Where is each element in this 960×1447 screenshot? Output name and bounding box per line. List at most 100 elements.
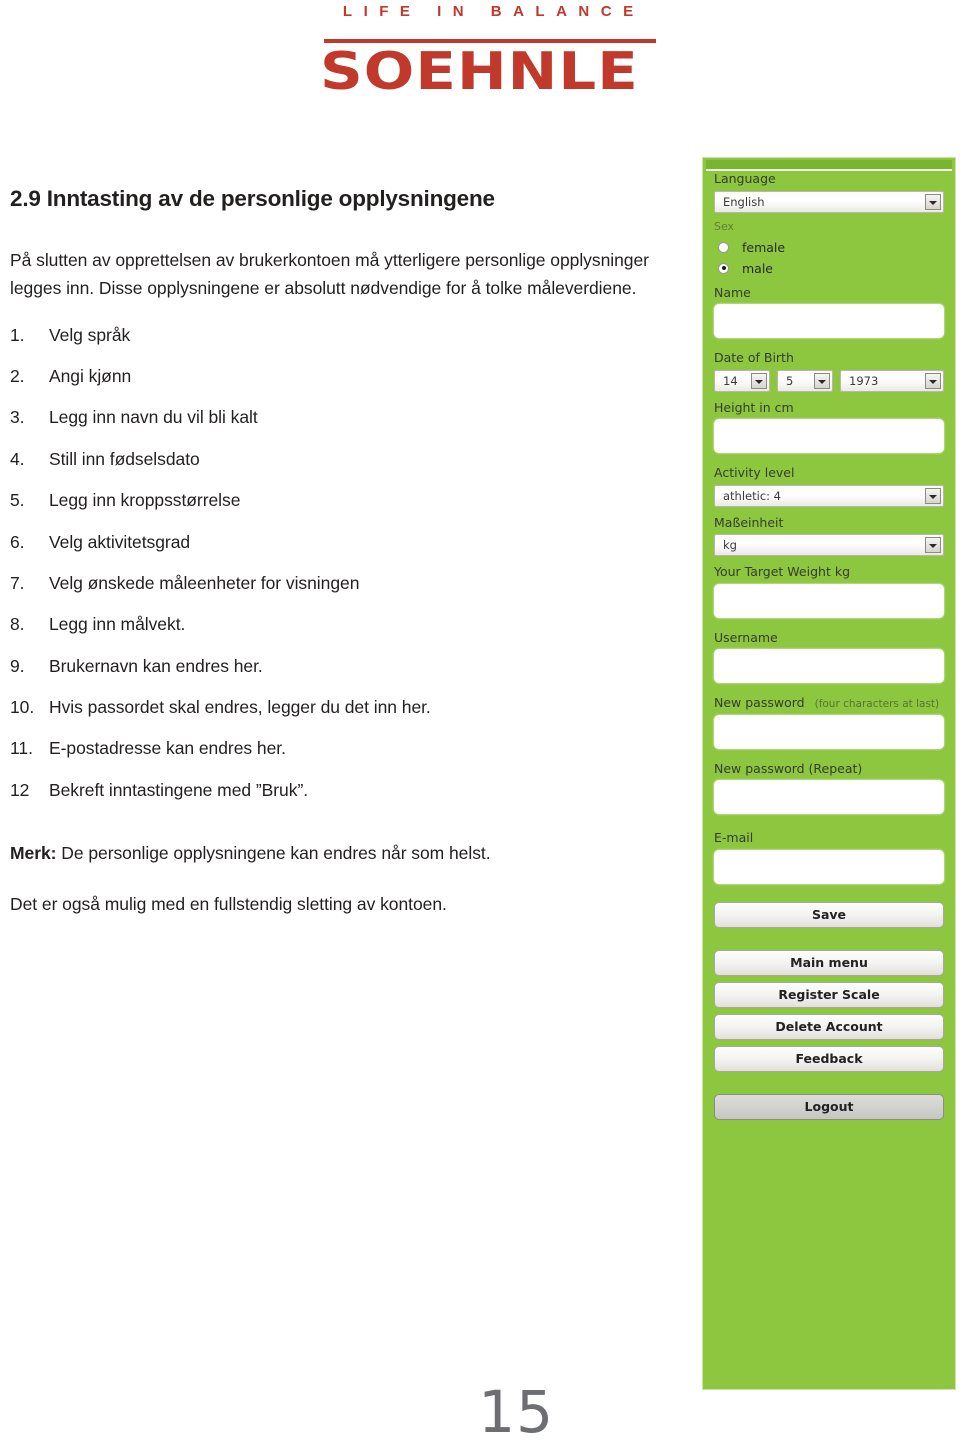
chevron-down-icon[interactable] [925, 487, 941, 504]
birth-day-select[interactable]: 14 [714, 369, 770, 392]
step-text: Velg aktivitetsgrad [49, 531, 191, 552]
list-item: 6. Velg aktivitetsgrad [10, 532, 660, 554]
sex-option-female[interactable]: female [718, 237, 944, 258]
list-item: 10. Hvis passordet skal endres, legger d… [10, 697, 660, 719]
new-password-hint: (four characters at last) [814, 698, 940, 710]
save-button[interactable]: Save [714, 901, 944, 928]
language-label: Language [714, 171, 776, 186]
radio-selected-icon[interactable] [718, 262, 729, 274]
delete-account-button[interactable]: Delete Account [714, 1013, 944, 1040]
radio-icon[interactable] [718, 241, 729, 253]
username-label: Username [714, 629, 778, 645]
content-column: 2.9 Inntasting av de personlige opplysni… [10, 185, 660, 933]
new-password-repeat-label: New password (Repeat) [714, 760, 863, 776]
birth-year-select[interactable]: 1973 [840, 369, 944, 392]
step-text: Legg inn navn du vil bli kalt [49, 407, 258, 428]
step-text: Still inn fødselsdato [49, 448, 200, 469]
language-select[interactable]: English [714, 190, 944, 213]
unit-label: Maßeinheit [714, 514, 784, 530]
step-number: 9. [10, 655, 25, 676]
step-number: 2. [10, 366, 25, 387]
chevron-down-icon[interactable] [925, 537, 941, 553]
step-text: Legg inn målvekt. [49, 614, 186, 635]
step-text: E-postadresse kan endres her. [49, 738, 286, 759]
step-text: Velg språk [49, 324, 131, 345]
list-item: 8. Legg inn målvekt. [10, 614, 660, 636]
activity-level-label: Activity level [714, 465, 795, 480]
page-number: 15 [478, 1378, 554, 1446]
list-item: 9. Brukernavn kan endres her. [10, 656, 660, 678]
height-input[interactable] [714, 419, 944, 453]
brand-tagline: LIFE IN BALANCE [342, 3, 645, 20]
new-password-repeat-input[interactable] [714, 780, 944, 814]
step-list: 1. Velg språk 2. Angi kjønn 3. Legg inn … [10, 325, 660, 802]
new-password-label-text: New password [714, 695, 805, 710]
username-input[interactable] [714, 649, 944, 683]
name-label: Name [714, 284, 751, 300]
main-menu-button[interactable]: Main menu [714, 949, 944, 976]
unit-select[interactable]: kg [714, 534, 944, 556]
note-secondary: Det er også mulig med en fullstendig sle… [10, 893, 447, 914]
feedback-button[interactable]: Feedback [714, 1045, 944, 1072]
page-title: 2.9 Inntasting av de personlige opplysni… [10, 186, 495, 211]
name-input[interactable] [714, 304, 944, 338]
date-of-birth-label: Date of Birth [714, 350, 794, 365]
target-weight-input[interactable] [714, 583, 944, 618]
email-input[interactable] [714, 849, 944, 884]
note-text: De personlige opplysningene kan endres n… [61, 842, 491, 863]
height-label: Height in cm [714, 399, 794, 415]
chevron-down-icon[interactable] [925, 372, 941, 389]
step-number: 10. [10, 697, 35, 718]
email-label: E-mail [714, 830, 754, 845]
sex-option-male[interactable]: male [718, 258, 944, 279]
unit-value: kg [723, 538, 737, 552]
list-item: 7. Velg ønskede måleenheter for visninge… [10, 573, 660, 595]
step-number: 5. [10, 490, 25, 511]
sex-option-male-label: male [742, 260, 773, 276]
step-number: 8. [10, 614, 25, 635]
target-weight-label: Your Target Weight kg [714, 564, 850, 579]
step-number: 11. [10, 738, 33, 759]
activity-level-value: athletic: 4 [723, 488, 781, 503]
step-number: 3. [10, 407, 25, 428]
app-header-bar [706, 160, 952, 171]
birth-month-value: 5 [786, 373, 794, 388]
chevron-down-icon[interactable] [751, 372, 767, 389]
step-text: Hvis passordet skal endres, legger du de… [49, 697, 431, 718]
chevron-down-icon[interactable] [925, 193, 941, 210]
step-number: 4. [10, 448, 25, 469]
note-label: Merk: [10, 842, 57, 863]
list-item: 2. Angi kjønn [10, 366, 660, 388]
step-number: 6. [10, 531, 25, 552]
sex-label: Sex [714, 219, 735, 233]
list-item: 1. Velg språk [10, 325, 660, 347]
brand-logo: LIFE IN BALANCE SOEHNLE [318, 0, 658, 103]
new-password-label: New password (four characters at last) [714, 695, 944, 710]
step-number: 1. [10, 324, 25, 345]
logout-button[interactable]: Logout [714, 1093, 944, 1120]
birth-day-value: 14 [723, 373, 738, 388]
list-item: 4. Still inn fødselsdato [10, 449, 660, 471]
list-item: 5. Legg inn kroppsstørrelse [10, 490, 660, 512]
new-password-input[interactable] [714, 714, 944, 749]
step-text: Brukernavn kan endres her. [49, 655, 263, 676]
list-item: 11. E-postadresse kan endres her. [10, 738, 660, 760]
list-item: 3. Legg inn navn du vil bli kalt [10, 407, 660, 429]
sex-option-female-label: female [742, 239, 786, 255]
activity-level-select[interactable]: athletic: 4 [714, 484, 944, 507]
birth-year-value: 1973 [849, 373, 879, 388]
intro-paragraph: På slutten av opprettelsen av brukerkont… [10, 250, 649, 299]
step-text: Angi kjønn [49, 366, 132, 387]
chevron-down-icon[interactable] [814, 372, 830, 389]
step-number: 7. [10, 572, 25, 593]
step-text: Velg ønskede måleenheter for visningen [49, 572, 360, 593]
app-screenshot: Language English Sex female male Name Da… [702, 157, 956, 1390]
brand-wordmark: SOEHNLE [320, 42, 639, 103]
step-text: Legg inn kroppsstørrelse [49, 490, 241, 511]
register-scale-button[interactable]: Register Scale [714, 981, 944, 1008]
language-value: English [723, 194, 765, 209]
list-item: 12 Bekreft inntastingene med ”Bruk”. [10, 780, 660, 802]
birth-month-select[interactable]: 5 [777, 369, 833, 392]
date-of-birth-group: 14 5 1973 [714, 369, 944, 392]
step-number: 12 [10, 779, 30, 800]
